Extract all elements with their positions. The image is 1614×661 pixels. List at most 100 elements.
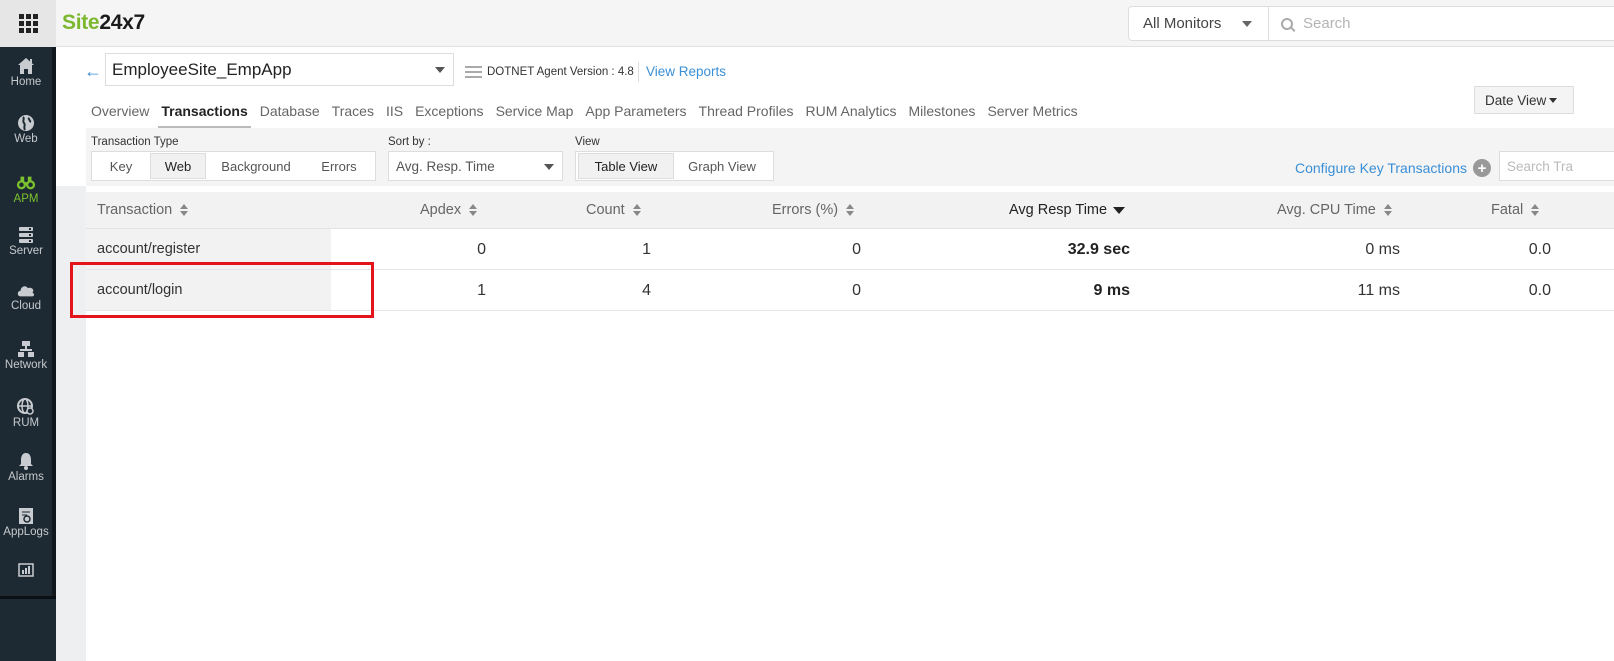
app-switcher-button[interactable]: [0, 0, 56, 47]
column-header-transaction[interactable]: Transaction: [97, 202, 189, 218]
sidebar-item-apm[interactable]: APM: [0, 174, 52, 205]
avg-cpu-time-value: 11 ms: [1357, 282, 1400, 299]
table-row[interactable]: account/login 1 4 0 9 ms 11 ms 0.0: [86, 270, 1614, 311]
sidebar-item-rum[interactable]: RUM: [0, 398, 52, 429]
divider: [638, 62, 639, 82]
transaction-type-key[interactable]: Key: [92, 152, 150, 180]
logo-site-text: Site: [62, 11, 100, 34]
sidebar-item-server[interactable]: Server: [0, 226, 52, 257]
tab-milestones[interactable]: Milestones: [909, 103, 976, 125]
binoculars-icon: [16, 174, 36, 192]
sidebar: Home Web APM Server Cloud Network RUM Al…: [0, 47, 56, 661]
column-label: Transaction: [97, 202, 173, 218]
sidebar-item-alarms[interactable]: Alarms: [0, 452, 52, 483]
sidebar-item-reports[interactable]: [0, 561, 52, 579]
sort-icon: [1531, 204, 1540, 216]
avg-cpu-time-value: 0 ms: [1365, 241, 1400, 258]
view-reports-link[interactable]: View Reports: [646, 64, 726, 79]
tab-app-parameters[interactable]: App Parameters: [585, 103, 686, 125]
globe-icon: [16, 114, 36, 132]
table-view-button[interactable]: Table View: [578, 153, 674, 179]
back-arrow-icon[interactable]: ←: [84, 61, 102, 82]
site24x7-logo[interactable]: Site24x7: [62, 11, 145, 35]
sidebar-item-label: Web: [14, 133, 38, 145]
errors-value: 0: [852, 241, 861, 258]
cloud-icon: [16, 281, 36, 299]
tab-service-map[interactable]: Service Map: [496, 103, 574, 125]
tab-traces[interactable]: Traces: [332, 103, 374, 125]
sidebar-item-applogs[interactable]: AppLogs: [0, 507, 52, 538]
count-value: 4: [642, 282, 651, 299]
column-label: Fatal: [1491, 202, 1524, 218]
global-search-input[interactable]: [1303, 15, 1502, 32]
global-search-bar: All Monitors: [1128, 6, 1614, 41]
reports-icon: [16, 561, 36, 579]
monitor-filter-value: All Monitors: [1143, 15, 1222, 32]
sort-icon: [846, 204, 855, 216]
grid-icon: [18, 14, 38, 33]
monitor-filter-dropdown[interactable]: All Monitors: [1129, 7, 1269, 40]
configure-key-transactions-link[interactable]: Configure Key Transactions +: [1295, 159, 1491, 177]
transaction-name[interactable]: account/login: [86, 270, 331, 310]
column-header-avg-resp-time[interactable]: Avg Resp Time: [1009, 202, 1126, 218]
transaction-search-input[interactable]: [1499, 151, 1614, 181]
monitor-tabs: Overview Transactions Database Traces II…: [91, 103, 1090, 129]
search-icon: [1281, 17, 1293, 30]
tab-iis[interactable]: IIS: [386, 103, 403, 125]
transaction-type-label: Transaction Type: [91, 136, 179, 148]
fatal-value: 0.0: [1528, 241, 1551, 258]
tab-overview[interactable]: Overview: [91, 103, 149, 125]
bell-icon: [16, 452, 36, 470]
sort-descending-icon: [1113, 206, 1126, 214]
sidebar-item-network[interactable]: Network: [0, 340, 52, 371]
transaction-type-errors[interactable]: Errors: [306, 152, 372, 180]
fatal-value: 0.0: [1528, 282, 1551, 299]
tab-database[interactable]: Database: [260, 103, 320, 125]
apdex-value: 1: [477, 282, 486, 299]
date-view-label: Date View: [1485, 92, 1547, 108]
column-header-errors[interactable]: Errors (%): [772, 202, 855, 218]
sort-by-dropdown[interactable]: Avg. Resp. Time: [388, 151, 563, 181]
column-header-apdex[interactable]: Apdex: [420, 202, 478, 218]
column-label: Avg. CPU Time: [1277, 202, 1376, 218]
column-header-count[interactable]: Count: [586, 202, 641, 218]
transaction-type-web[interactable]: Web: [150, 153, 206, 179]
column-label: Avg Resp Time: [1009, 202, 1108, 218]
view-label: View: [575, 136, 600, 148]
network-icon: [16, 340, 36, 358]
tab-transactions[interactable]: Transactions: [158, 103, 252, 129]
column-label: Errors (%): [772, 202, 839, 218]
sidebar-item-cloud[interactable]: Cloud: [0, 281, 52, 312]
transaction-name[interactable]: account/register: [86, 229, 331, 269]
sidebar-divider: [0, 596, 56, 599]
sidebar-item-home[interactable]: Home: [0, 57, 52, 88]
table-row[interactable]: account/register 0 1 0 32.9 sec 0 ms 0.0: [86, 229, 1614, 270]
column-header-fatal[interactable]: Fatal: [1491, 202, 1540, 218]
apdex-value: 0: [477, 241, 486, 258]
avg-resp-time-value: 32.9 sec: [1067, 241, 1130, 258]
column-header-avg-cpu-time[interactable]: Avg. CPU Time: [1277, 202, 1392, 218]
sidebar-item-label: Home: [10, 76, 42, 88]
transaction-type-background[interactable]: Background: [206, 152, 306, 180]
tab-rum-analytics[interactable]: RUM Analytics: [805, 103, 896, 125]
column-label: Count: [586, 202, 625, 218]
sort-icon: [469, 204, 478, 216]
tab-server-metrics[interactable]: Server Metrics: [987, 103, 1077, 125]
tab-exceptions[interactable]: Exceptions: [415, 103, 483, 125]
sidebar-item-label: AppLogs: [3, 526, 49, 538]
tab-thread-profiles[interactable]: Thread Profiles: [699, 103, 794, 125]
sidebar-item-label: Cloud: [10, 300, 42, 312]
view-toggle: Table View Graph View: [575, 151, 774, 181]
sidebar-item-label: APM: [13, 193, 39, 205]
menu-icon[interactable]: [465, 66, 482, 81]
chevron-down-icon: [544, 164, 554, 170]
graph-view-button[interactable]: Graph View: [674, 152, 770, 180]
content-gutter: [56, 186, 86, 661]
add-circle-icon: +: [1472, 159, 1491, 177]
logo-num-text: 24x7: [99, 11, 145, 34]
sidebar-item-web[interactable]: Web: [0, 114, 52, 145]
date-view-dropdown[interactable]: Date View: [1474, 86, 1574, 114]
application-selector[interactable]: EmployeeSite_EmpApp: [105, 53, 454, 86]
application-name: EmployeeSite_EmpApp: [112, 59, 292, 79]
filter-bar: Transaction Type Key Web Background Erro…: [86, 128, 1614, 186]
